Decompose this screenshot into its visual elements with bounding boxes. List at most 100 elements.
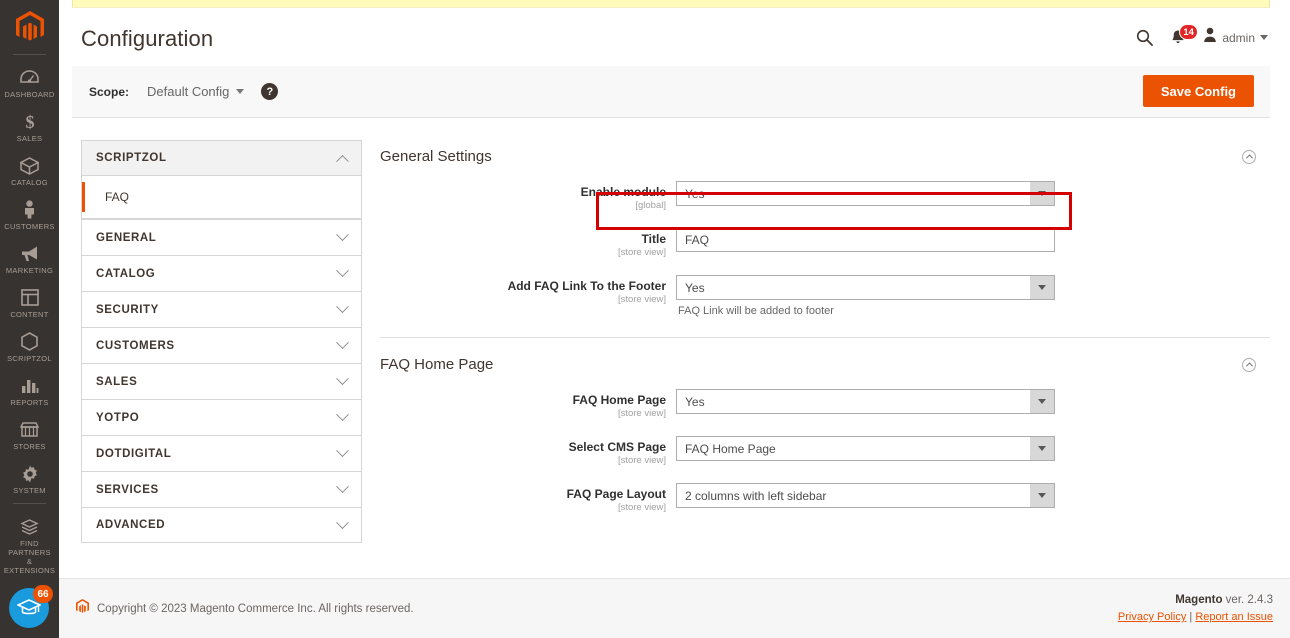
sidebar-item-content[interactable]: CONTENT [0,281,59,325]
nav-section-customers[interactable]: CUSTOMERS [81,327,362,363]
field-faq-page-layout: FAQ Page Layout [store view] 2 columns w… [380,483,1270,514]
nav-section-advanced[interactable]: ADVANCED [81,507,362,543]
nav-section-label: SERVICES [96,483,159,496]
footer-copyright: Copyright © 2023 Magento Commerce Inc. A… [97,603,414,615]
chevron-down-icon [1030,484,1054,507]
admin-user-name: admin [1222,30,1255,45]
select-value: 2 columns with left sidebar [685,488,827,503]
svg-text:$: $ [25,112,34,131]
faq-page-layout-select[interactable]: 2 columns with left sidebar [676,483,1055,508]
footer-link-separator: | [1189,611,1193,623]
nav-section-scriptzol[interactable]: SCRIPTZOL [81,140,362,176]
chevron-down-icon [1030,390,1054,413]
field-scope: [store view] [617,502,666,513]
nav-section-catalog[interactable]: CATALOG [81,255,362,291]
scope-label: Scope: [89,84,130,99]
select-value: Yes [685,280,705,295]
field-control-col: Yes [676,181,1058,206]
bell-icon[interactable]: 14 [1170,24,1198,46]
field-scope: [store view] [617,247,666,258]
fieldset-title: General Settings [380,148,492,165]
field-select-cms-page: Select CMS Page [store view] FAQ Home Pa… [380,436,1270,467]
privacy-policy-link[interactable]: Privacy Policy [1118,611,1186,623]
footer-links: Privacy Policy | Report an Issue [1118,611,1273,623]
sidebar-item-find-partners[interactable]: FIND PARTNERS & EXTENSIONS [0,510,59,581]
dashboard-icon [20,68,39,87]
sidebar-label: SYSTEM [13,486,46,495]
field-label-col: FAQ Home Page [store view] [380,389,676,420]
sidebar-item-marketing[interactable]: MARKETING [0,237,59,281]
nav-section-general[interactable]: GENERAL [81,219,362,255]
store-icon [20,420,39,439]
field-enable-module: Enable module [global] Yes [380,181,1270,212]
nav-section-services[interactable]: SERVICES [81,471,362,507]
nav-section-sales[interactable]: SALES [81,363,362,399]
nav-item-faq[interactable]: FAQ [82,182,361,212]
nav-section-label: CUSTOMERS [96,339,175,352]
enable-module-select[interactable]: Yes [676,181,1055,206]
chevron-up-icon [336,154,349,168]
nav-section-dotdigital[interactable]: DOTDIGITAL [81,435,362,471]
sidebar-label: CONTENT [10,310,49,319]
sidebar-item-dashboard[interactable]: DASHBOARD [0,61,59,105]
sidebar-item-system[interactable]: SYSTEM [0,457,59,501]
bar-chart-icon [21,376,39,395]
nav-section-label: ADVANCED [96,519,166,531]
question-mark-icon[interactable]: ? [261,83,279,100]
fieldset-title: FAQ Home Page [380,356,494,373]
fieldset-general-settings: General Settings Enable module [global] … [380,130,1270,338]
chevron-down-icon [336,264,349,278]
sidebar-item-reports[interactable]: REPORTS [0,369,59,413]
education-launcher[interactable]: 66 [9,585,53,630]
search-icon[interactable] [1136,29,1154,46]
sidebar-label: MARKETING [5,266,54,275]
chevron-up-circle-icon[interactable] [1242,149,1256,164]
config-nav-panel: SCRIPTZOL FAQ GENERAL CATALOG SECURITY C… [81,140,362,543]
sidebar-item-sales[interactable]: $ SALES [0,105,59,149]
page-footer: Copyright © 2023 Magento Commerce Inc. A… [59,578,1290,638]
sidebar-item-scriptzol[interactable]: SCRIPTZOL [0,325,59,369]
faq-home-page-select[interactable]: Yes [676,389,1055,414]
field-scope: [store view] [617,294,666,305]
chevron-down-icon [336,480,349,494]
sidebar-item-catalog[interactable]: CATALOG [0,149,59,193]
select-value: Yes [685,394,705,409]
sidebar-item-stores[interactable]: STORES [0,413,59,457]
footer-right: Magento ver. 2.4.3 Privacy Policy | Repo… [1118,594,1273,623]
chevron-down-icon [336,372,349,386]
field-label-col: Enable module [global] [380,181,676,212]
footer-brand: Magento [1175,594,1223,606]
blocks-icon [20,517,39,536]
field-label: Add FAQ Link To the Footer [507,279,666,293]
nav-section-label: SCRIPTZOL [96,152,167,164]
magento-logo-icon[interactable] [14,10,46,44]
rail-divider-bottom [13,503,46,504]
add-faq-link-select[interactable]: Yes [676,275,1055,300]
person-icon [23,200,36,219]
sidebar-item-customers[interactable]: CUSTOMERS [0,193,59,237]
field-label: Select CMS Page [568,440,666,454]
layout-icon [20,288,39,307]
megaphone-icon [20,244,40,263]
title-input[interactable] [676,228,1055,252]
chevron-up-circle-icon[interactable] [1242,357,1256,372]
field-label: Enable module [580,185,666,199]
scope-selector-value[interactable]: Default Config [147,84,229,99]
education-badge: 66 [33,585,53,603]
fieldset-header: FAQ Home Page [380,356,1270,373]
rail-divider [13,54,46,55]
nav-section-security[interactable]: SECURITY [81,291,362,327]
nav-section-yotpo[interactable]: YOTPO [81,399,362,435]
chevron-down-icon[interactable] [236,89,245,94]
field-add-faq-link-to-footer: Add FAQ Link To the Footer [store view] … [380,275,1270,317]
report-issue-link[interactable]: Report an Issue [1195,611,1273,623]
admin-user-menu[interactable]: admin [1203,27,1268,48]
footer-left: Copyright © 2023 Magento Commerce Inc. A… [76,599,414,619]
save-config-button[interactable]: Save Config [1142,75,1254,107]
hexagon-icon [21,332,38,351]
chevron-down-icon [336,336,349,350]
field-label: FAQ Page Layout [566,487,666,501]
select-cms-page-select[interactable]: FAQ Home Page [676,436,1055,461]
chevron-down-icon [336,515,349,529]
field-note: FAQ Link will be added to footer [678,305,834,317]
